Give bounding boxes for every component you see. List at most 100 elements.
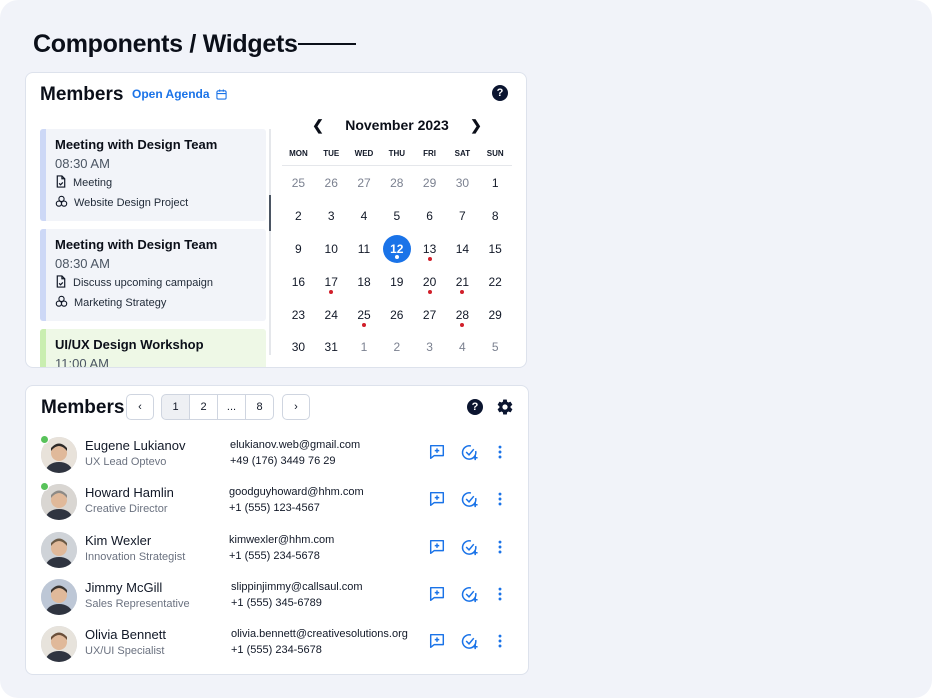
day-number: 9 [295, 241, 302, 256]
calendar-day[interactable]: 28 [380, 167, 413, 200]
open-agenda-link[interactable]: Open Agenda [132, 87, 227, 101]
weekday-label: TUE [323, 149, 340, 158]
online-status-dot [40, 435, 49, 444]
calendar-day[interactable]: 27 [413, 298, 446, 331]
calendar-day[interactable]: 15 [479, 233, 512, 266]
calendar-day[interactable]: 29 [413, 167, 446, 200]
day-number: 8 [491, 209, 499, 224]
calendar-day[interactable]: 17 [315, 265, 348, 298]
calendar-day[interactable]: 27 [348, 167, 381, 200]
calendar-day[interactable]: 24 [315, 298, 348, 331]
calendar-day[interactable]: 29 [479, 298, 512, 331]
more-vertical-icon[interactable] [491, 585, 511, 605]
calendar-day[interactable]: 6 [413, 200, 446, 233]
calendar-day[interactable]: 28 [446, 298, 479, 331]
calendar-day[interactable]: 30 [446, 167, 479, 200]
calendar-day[interactable]: 23 [282, 298, 315, 331]
agenda-scrollbar-thumb[interactable] [269, 195, 271, 231]
pagination-page-button[interactable]: 1 [161, 394, 190, 420]
check-circle-add-icon[interactable] [460, 632, 480, 652]
gear-icon[interactable] [496, 398, 514, 416]
calendar-day[interactable]: 5 [380, 200, 413, 233]
message-add-icon[interactable] [428, 632, 448, 652]
pagination-page-button[interactable]: 2 [189, 394, 218, 420]
check-circle-add-icon[interactable] [460, 538, 480, 558]
day-number: 2 [295, 209, 302, 224]
agenda-event[interactable]: UI/UX Design Workshop11:00 AMWireframing… [40, 329, 266, 367]
more-vertical-icon[interactable] [491, 632, 511, 652]
calendar-day[interactable]: 2 [380, 331, 413, 364]
day-number: 19 [390, 274, 404, 289]
calendar-day[interactable]: 20 [413, 265, 446, 298]
day-number: 15 [488, 241, 502, 256]
message-add-icon[interactable] [428, 490, 448, 510]
calendar-day[interactable]: 26 [315, 167, 348, 200]
event-dot [361, 322, 366, 327]
help-icon[interactable]: ? [467, 399, 483, 415]
day-number: 27 [357, 176, 371, 191]
pagination-prev-button[interactable]: ‹ [126, 394, 154, 420]
calendar-day[interactable]: 5 [479, 331, 512, 364]
calendar-day[interactable]: 13 [413, 233, 446, 266]
more-vertical-icon[interactable] [491, 538, 511, 558]
calendar-day[interactable]: 30 [282, 331, 315, 364]
pagination-next-button[interactable]: › [282, 394, 310, 420]
calendar-day[interactable]: 9 [282, 233, 315, 266]
member-role: Innovation Strategist [85, 550, 186, 563]
more-vertical-icon[interactable] [491, 443, 511, 463]
help-icon[interactable]: ? [492, 85, 508, 101]
calendar-day[interactable]: 18 [348, 265, 381, 298]
check-circle-add-icon[interactable] [460, 443, 480, 463]
calendar-day[interactable]: 31 [315, 331, 348, 364]
calendar-day[interactable]: 3 [413, 331, 446, 364]
event-title: UI/UX Design Workshop [55, 337, 204, 352]
check-circle-add-icon[interactable] [460, 585, 480, 605]
member-role: Creative Director [85, 503, 168, 516]
member-name: Kim Wexler [85, 532, 152, 548]
day-number: 5 [393, 209, 401, 224]
pagination-page-button[interactable]: 8 [245, 394, 274, 420]
member-phone: +1 (555) 234-5678 [231, 644, 322, 657]
calendar-day[interactable]: 26 [380, 298, 413, 331]
weekday-label: SUN [486, 149, 504, 158]
calendar-day[interactable]: 21 [446, 265, 479, 298]
pagination-pages: 1 2... 8 [161, 394, 274, 420]
calendar-day[interactable]: 1 [348, 331, 381, 364]
calendar-day[interactable]: 4 [348, 200, 381, 233]
day-number: 1 [491, 176, 499, 191]
calendar-day[interactable]: 25 [348, 298, 381, 331]
calendar-day[interactable]: 11 [348, 233, 381, 266]
agenda-event[interactable]: Meeting with Design Team 08:30 AM Discuss … [40, 229, 266, 321]
calendar-day[interactable]: 1 [479, 167, 512, 200]
member-row: Howard Hamlin Creative Director goodguyhow… [40, 482, 511, 522]
calendar-day-selected[interactable]: 12 [380, 233, 413, 266]
event-project-row: Marketing Strategy [55, 295, 256, 311]
agenda-event[interactable]: Meeting with Design Team 08:30 AM Meeting W… [40, 129, 266, 221]
calendar-day[interactable]: 14 [446, 233, 479, 266]
calendar-day[interactable]: 8 [479, 200, 512, 233]
calendar-day[interactable]: 2 [282, 200, 315, 233]
calendar-day[interactable]: 19 [380, 265, 413, 298]
calendar-day[interactable]: 7 [446, 200, 479, 233]
member-email: goodguyhoward@hhm.com [229, 486, 364, 499]
message-add-icon[interactable] [428, 443, 448, 463]
calendar-day[interactable]: 10 [315, 233, 348, 266]
page-title: Components / Widgets [33, 30, 298, 58]
calendar-next-button[interactable]: ❯ [468, 117, 484, 134]
weekday-label: FRI [423, 149, 437, 158]
day-number: 21 [455, 274, 470, 289]
calendar-day[interactable]: 25 [282, 167, 315, 200]
agenda-scrollbar-track[interactable] [269, 129, 271, 355]
document-check-icon [55, 175, 67, 191]
calendar-day[interactable]: 16 [282, 265, 315, 298]
more-vertical-icon[interactable] [491, 490, 511, 510]
calendar-day[interactable]: 22 [479, 265, 512, 298]
message-add-icon[interactable] [428, 538, 448, 558]
message-add-icon[interactable] [428, 585, 448, 605]
member-phone: +1 (555) 345-6789 [231, 596, 322, 609]
pagination-page-button[interactable]: ... [217, 394, 246, 420]
check-circle-add-icon[interactable] [460, 490, 480, 510]
calendar-day[interactable]: 3 [315, 200, 348, 233]
calendar-day[interactable]: 4 [446, 331, 479, 364]
day-number: 11 [357, 241, 371, 256]
